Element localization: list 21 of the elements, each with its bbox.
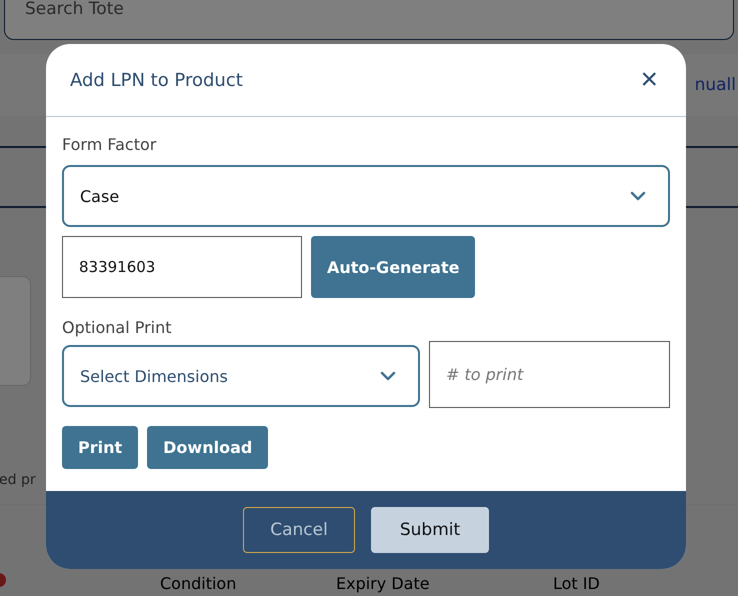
column-header: Condition bbox=[160, 575, 236, 593]
action-button[interactable]: Print bbox=[62, 426, 138, 469]
form-factor-select[interactable]: Case bbox=[62, 165, 670, 227]
dimensions-select[interactable]: Select Dimensions bbox=[62, 345, 420, 407]
column-header: Expiry Date bbox=[336, 575, 430, 593]
field-label: Optional Print bbox=[62, 318, 173, 337]
column-header: Lot ID bbox=[553, 575, 600, 593]
chevron-down-icon bbox=[380, 371, 396, 381]
cancel-button[interactable]: Cancel bbox=[243, 507, 355, 553]
action-button[interactable]: Download bbox=[147, 426, 268, 469]
submit-button[interactable]: Submit bbox=[371, 507, 489, 553]
search-field[interactable]: Search Tote bbox=[4, 0, 734, 40]
note-text: ed pr bbox=[0, 472, 37, 488]
close-button[interactable]: × bbox=[636, 65, 662, 95]
auto-generate-button[interactable]: Auto-Generate bbox=[311, 236, 476, 298]
lpn-field[interactable]: 83391603 bbox=[62, 236, 302, 298]
chevron-down-icon bbox=[630, 191, 646, 201]
link[interactable]: nuall bbox=[694, 75, 736, 95]
count-field[interactable]: # to print bbox=[429, 341, 670, 408]
dialog-title: Add LPN to Product bbox=[70, 70, 243, 90]
field-label: Form Factor bbox=[62, 135, 158, 154]
